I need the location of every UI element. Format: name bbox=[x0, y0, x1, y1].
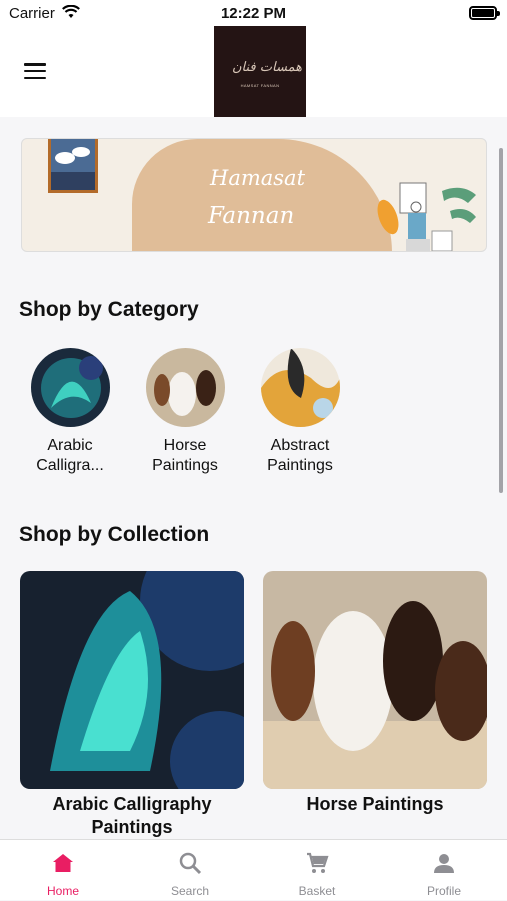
clock: 12:22 PM bbox=[220, 5, 287, 22]
category-label: Horse Paintings bbox=[152, 437, 218, 474]
collection-label: Arabic Calligraphy Paintings bbox=[52, 794, 212, 837]
tab-label: Home bbox=[46, 884, 79, 898]
collection-image-arabic-calligraphy bbox=[20, 571, 244, 789]
artist-illustration bbox=[377, 182, 476, 251]
category-item-horse-paintings[interactable]: Horse Paintings bbox=[145, 348, 225, 476]
tab-basket[interactable]: Basket bbox=[254, 840, 380, 901]
category-section-title: Shop by Category bbox=[19, 298, 199, 321]
home-icon bbox=[53, 854, 73, 872]
banner-title-line1: Hamasat bbox=[210, 166, 306, 190]
collection-section-title: Shop by Collection bbox=[19, 523, 210, 546]
battery-icon bbox=[469, 6, 500, 20]
banner-title-line2: Fannan bbox=[208, 203, 295, 229]
category-item-abstract-paintings[interactable]: Abstract Paintings bbox=[260, 348, 340, 476]
category-label: Abstract Paintings bbox=[267, 437, 333, 474]
category-label: Arabic Calligra... bbox=[36, 437, 104, 474]
collection-label: Horse Paintings bbox=[306, 794, 444, 814]
banner-frame-illustration bbox=[48, 139, 98, 193]
logo-text: HAMSAT FANNAN bbox=[240, 83, 280, 88]
cart-icon bbox=[307, 852, 329, 873]
tab-label: Search bbox=[170, 884, 210, 898]
tab-profile[interactable]: Profile bbox=[381, 840, 507, 901]
promo-banner[interactable]: Hamasat Fannan bbox=[21, 138, 487, 252]
menu-icon[interactable] bbox=[24, 63, 46, 80]
tab-search[interactable]: Search bbox=[127, 840, 253, 901]
category-thumb-horse-paintings bbox=[145, 348, 225, 427]
tab-label: Profile bbox=[426, 884, 461, 898]
banner-shape bbox=[132, 139, 392, 251]
brand-logo[interactable]: همسات فنان HAMSAT FANNAN bbox=[214, 26, 306, 117]
scrollbar[interactable] bbox=[499, 148, 503, 493]
collection-image-horse-paintings bbox=[263, 571, 487, 789]
logo-script: همسات فنان bbox=[232, 60, 302, 75]
tab-label: Basket bbox=[298, 884, 336, 898]
collection-card-horse-paintings[interactable]: Horse Paintings bbox=[263, 571, 487, 816]
category-item-arabic-calligraphy[interactable]: Arabic Calligra... bbox=[30, 348, 110, 476]
category-thumb-arabic-calligraphy bbox=[30, 348, 110, 427]
person-icon bbox=[434, 854, 454, 873]
bottom-tab-bar: Home Search Basket Profile bbox=[0, 839, 507, 900]
search-icon bbox=[179, 852, 202, 875]
tab-home[interactable]: Home bbox=[0, 840, 126, 901]
status-bar: Carrier 12:22 PM bbox=[0, 0, 507, 26]
app-header: همسات فنان HAMSAT FANNAN bbox=[0, 26, 507, 117]
category-thumb-abstract-paintings bbox=[260, 348, 340, 427]
collection-card-arabic-calligraphy[interactable]: Arabic Calligraphy Paintings bbox=[20, 571, 244, 839]
